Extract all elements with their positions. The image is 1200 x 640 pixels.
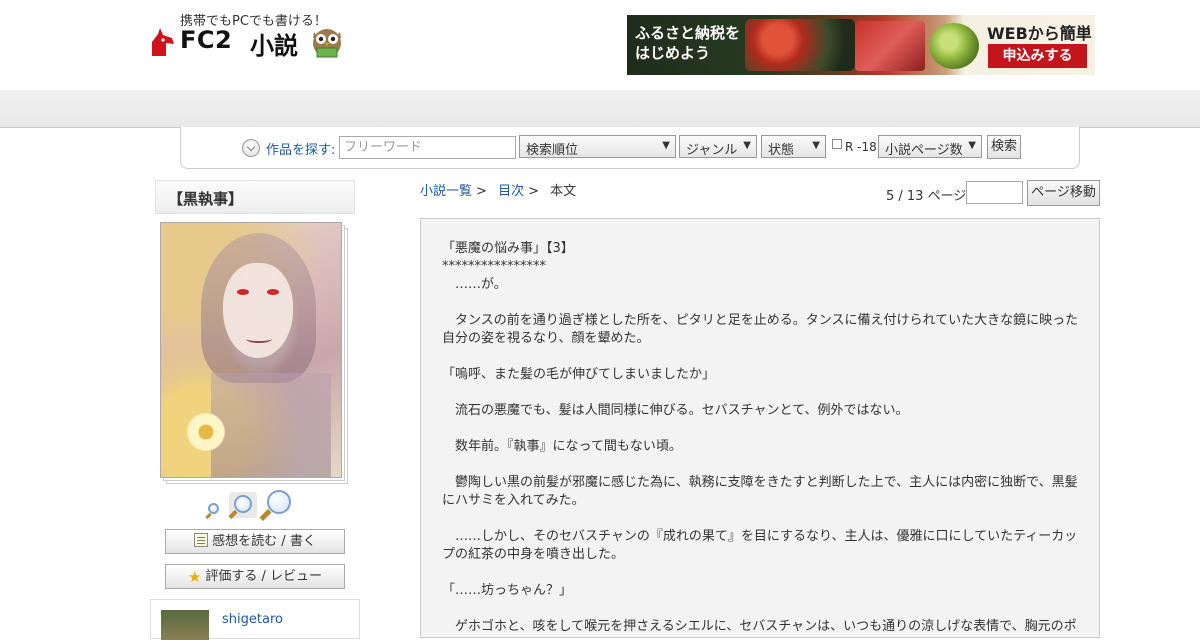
story-heading: 「悪魔の悩み事」【3】: [442, 241, 574, 256]
sort-select-value: 検索順位: [526, 143, 579, 158]
banner-left-line2: はじめよう: [635, 44, 711, 62]
novel-list-link[interactable]: 小説一覧: [420, 184, 472, 199]
impressions-button-label: 感想を読む / 書く: [212, 534, 316, 549]
search-label: 作品を探す:: [266, 143, 336, 158]
breadcrumb-separator: >: [528, 184, 539, 199]
r18-label: R -18: [845, 140, 877, 154]
keyword-input[interactable]: [339, 136, 516, 159]
sort-select[interactable]: 検索順位 ▼: [519, 135, 676, 158]
page-move-button[interactable]: ページ移動: [1027, 180, 1100, 206]
cover-coat: [211, 373, 331, 477]
r18-checkbox[interactable]: [832, 139, 842, 149]
site-header: 携帯でもPCでも書ける！ FC2 小説 ふるさと納税を はじめよう WEBから簡…: [0, 0, 1200, 90]
page-count-select-value: 小説ページ数: [885, 143, 963, 158]
story-body: 「悪魔の悩み事」【3】 **************** ……が。 タンスの前を…: [420, 218, 1100, 638]
page-number-input[interactable]: [966, 181, 1023, 204]
page-status: 5 / 13 ページ: [886, 189, 967, 204]
genre-select[interactable]: ジャンル ▼: [679, 135, 757, 158]
story-paragraph: 鬱陶しい黒の前髪が邪魔に感じた為に、執務に支障をきたすと判断した上で、主人には内…: [442, 475, 1078, 508]
fc2-novel-logo[interactable]: 携帯でもPCでも書ける！ FC2 小説: [150, 10, 350, 66]
cover-image[interactable]: [160, 222, 348, 484]
notepad-icon: [194, 533, 209, 547]
dropdown-arrow-icon: ▼: [968, 140, 976, 151]
banner-left-line1: ふるさと納税を: [635, 24, 741, 42]
story-paragraph: 数年前。『執事』になって間もない頃。: [442, 439, 682, 454]
avatar[interactable]: [161, 610, 209, 640]
chevron-down-circle-icon: [242, 139, 260, 157]
cover-flower: [183, 409, 229, 455]
review-button-label: 評価する / レビュー: [205, 569, 323, 584]
zoom-medium-icon[interactable]: [234, 495, 252, 513]
cover-illustration: [160, 222, 342, 478]
banner-grapes-image: [929, 23, 979, 69]
star-icon: ★: [187, 568, 202, 586]
banner-apply-button[interactable]: 申込みする: [988, 44, 1087, 68]
zoom-small-icon[interactable]: [208, 503, 219, 514]
search-button[interactable]: 検索: [987, 135, 1021, 159]
status-select-value: 状態: [768, 143, 795, 158]
story-paragraph: タンスの前を通り過ぎ様とした所を、ピタリと足を止める。タンスに備え付けられていた…: [442, 313, 1079, 346]
fc2-unicorn-icon: [152, 28, 174, 56]
dropdown-arrow-icon: ▼: [662, 140, 670, 151]
status-select[interactable]: 状態 ▼: [761, 135, 826, 158]
story-paragraph: 流石の悪魔でも、髪は人間同様に伸びる。セバスチャンとて、例外ではない。: [442, 403, 909, 418]
page-jump: 5 / 13 ページ ページ移動: [886, 180, 1100, 206]
review-button[interactable]: ★ 評価する / レビュー: [165, 564, 345, 589]
breadcrumb-current: 本文: [550, 184, 577, 199]
cover-eye: [237, 289, 249, 295]
zoom-controls: [205, 490, 305, 520]
dropdown-arrow-icon: ▼: [812, 140, 820, 151]
logo-novel-text: 小説: [250, 32, 298, 60]
banner-right-text: WEBから簡単: [987, 24, 1092, 43]
owl-mascot-icon: [313, 29, 341, 58]
cover-eye: [267, 289, 279, 295]
toc-link[interactable]: 目次: [498, 184, 524, 199]
impressions-button[interactable]: 感想を読む / 書く: [165, 529, 345, 554]
logo-fc2-text: FC2: [180, 26, 233, 54]
story-paragraph: ……しかし、そのセバスチャンの『成れの果て』を目にするなり、主人は、優雅に口にし…: [442, 529, 1078, 562]
zoom-large-icon[interactable]: [267, 490, 291, 514]
banner-tuna-image: [855, 21, 925, 71]
dropdown-arrow-icon: ▼: [743, 140, 751, 151]
page-count-select[interactable]: 小説ページ数 ▼: [878, 135, 982, 158]
story-divider: ****************: [442, 259, 546, 274]
genre-select-value: ジャンル: [686, 143, 738, 158]
cover-mouth: [246, 335, 272, 343]
furusato-tax-banner[interactable]: ふるさと納税を はじめよう WEBから簡単 申込みする: [627, 15, 1095, 75]
story-paragraph: ……が。: [442, 277, 507, 292]
breadcrumb-separator: >: [476, 184, 487, 199]
story-paragraph: 「嗚呼、また髪の毛が伸びてしまいましたか」: [442, 367, 716, 382]
banner-left-text: ふるさと納税を はじめよう: [635, 23, 740, 63]
cover-face: [223, 263, 293, 358]
banner-seafood-image: [745, 19, 855, 71]
search-bar: 作品を探す: 検索順位 ▼ ジャンル ▼ 状態 ▼ R -18 小説ページ数 ▼…: [180, 127, 1080, 169]
nav-band: [0, 90, 1200, 128]
breadcrumb: 小説一覧 > 目次 > 本文: [420, 180, 576, 199]
novel-title: 【黒執事】: [155, 180, 355, 214]
story-paragraph: 「……坊っちゃん？」: [442, 583, 573, 598]
author-link[interactable]: shigetaro: [222, 612, 283, 627]
story-paragraph: ゲホゴホと、咳をして喉元を押さえるシエルに、セバスチャンは、いつも通りの涼しげな…: [442, 619, 1077, 634]
author-box: shigetaro: [150, 599, 360, 640]
